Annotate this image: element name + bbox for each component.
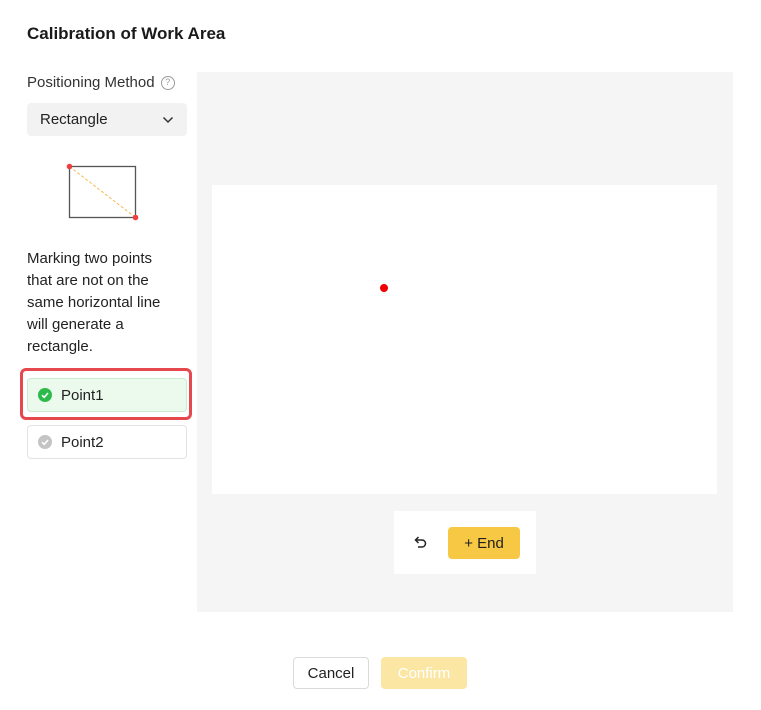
positioning-method-text: Positioning Method [27, 74, 155, 91]
chevron-down-icon [162, 116, 174, 123]
positioning-description: Marking two points that are not on the s… [27, 250, 161, 355]
question-circle-icon[interactable]: ? [160, 75, 175, 90]
positioning-method-label: Positioning Method ? [27, 74, 175, 91]
point-1-label: Point1 [61, 386, 104, 404]
check-circle-icon [38, 435, 52, 449]
point-1-item[interactable]: Point1 [27, 378, 187, 412]
undo-icon [414, 536, 427, 548]
cancel-button[interactable]: Cancel [293, 657, 369, 689]
point-2-label: Point2 [61, 433, 104, 451]
confirm-button[interactable]: Confirm [381, 657, 467, 689]
positioning-method-select[interactable]: Rectangle [27, 103, 187, 136]
point-2-item[interactable]: Point2 [27, 425, 187, 459]
selected-method-value: Rectangle [40, 111, 108, 128]
rectangle-method-illustration [66, 163, 139, 221]
work-area-preview[interactable] [212, 185, 717, 494]
end-button[interactable]: + End [448, 527, 520, 559]
check-circle-icon [38, 388, 52, 402]
marked-point-dot [380, 284, 388, 292]
undo-button[interactable] [408, 530, 432, 554]
dialog-title: Calibration of Work Area [27, 24, 226, 43]
